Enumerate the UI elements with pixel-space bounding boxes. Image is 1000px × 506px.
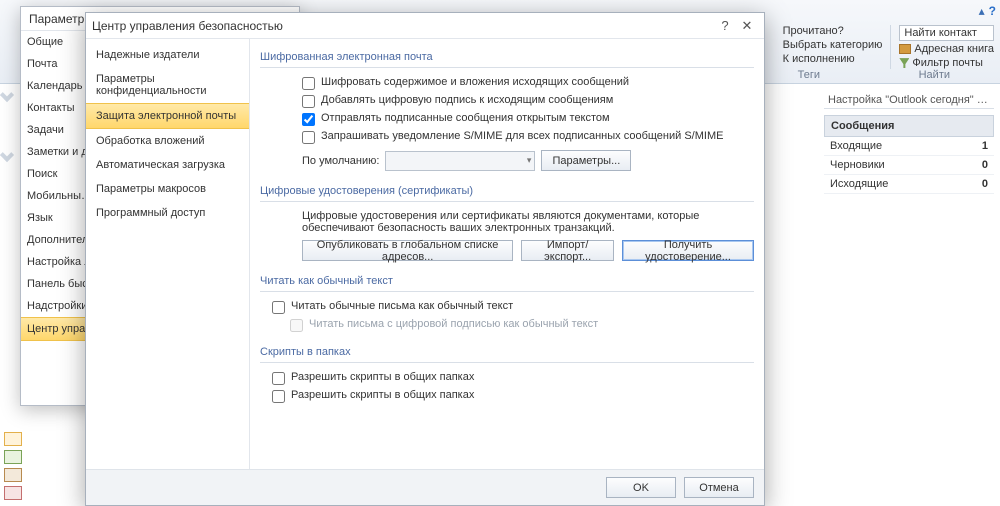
cancel-button[interactable]: Отмена — [684, 477, 754, 498]
message-folder-label: Входящие — [830, 140, 882, 152]
message-folder-label: Черновики — [830, 159, 885, 171]
certificate-doc-icon — [250, 208, 254, 237]
message-count-row[interactable]: Черновики 0 — [824, 156, 994, 175]
read-toggle[interactable]: Прочитано? — [783, 25, 883, 37]
find-contact-input[interactable]: Найти контакт — [899, 25, 994, 41]
section-title-certificates: Цифровые удостоверения (сертификаты) — [260, 181, 754, 202]
default-config-dropdown[interactable] — [385, 151, 535, 171]
section-title-encrypted: Шифрованная электронная почта — [260, 47, 754, 68]
find-group-label: Найти — [919, 69, 950, 81]
trust-center-nav-item[interactable]: Обработка вложений — [86, 129, 249, 153]
message-count-row[interactable]: Входящие 1 — [824, 137, 994, 156]
trust-center-content: Шифрованная электронная почта Шифровать … — [250, 39, 764, 469]
allow-scripts-shared-checkbox[interactable] — [272, 372, 285, 385]
get-certificate-button[interactable]: Получить удостоверение... — [622, 240, 754, 261]
section-scripts: Скрипты в папках Разрешить скрипты в общ… — [260, 342, 754, 403]
import-export-button[interactable]: Импорт/экспорт... — [521, 240, 614, 261]
trust-center-nav: Надежные издателиПараметры конфиденциаль… — [86, 39, 250, 469]
send-cleartext-checkbox[interactable] — [302, 113, 315, 126]
outlook-today-title[interactable]: Настройка "Outlook сегодня" … — [824, 92, 994, 109]
add-signature-checkbox[interactable] — [302, 95, 315, 108]
dialog-close-button[interactable]: ✕ — [736, 16, 758, 36]
address-book-button[interactable]: Адресная книга — [899, 43, 994, 55]
certificates-description: Цифровые удостоверения или сертификаты я… — [260, 210, 754, 234]
message-folder-label: Исходящие — [830, 178, 888, 190]
message-count-value: 1 — [982, 140, 988, 152]
trust-center-dialog: Центр управления безопасностью ? ✕ Надеж… — [85, 12, 765, 506]
tags-group: Прочитано? Выбрать категорию К исполнени… — [783, 25, 883, 69]
request-smime-label: Запрашивать уведомление S/MIME для всех … — [321, 130, 723, 142]
default-config-label: По умолчанию: — [302, 155, 379, 167]
publish-gal-button[interactable]: Опубликовать в глобальном списке адресов… — [302, 240, 513, 261]
category-picker[interactable]: Выбрать категорию — [783, 39, 883, 51]
help-icon[interactable]: ? — [989, 4, 996, 18]
filter-mail-button[interactable]: Фильтр почты — [899, 57, 994, 69]
section-encrypted-mail: Шифрованная электронная почта Шифровать … — [260, 47, 754, 171]
request-smime-checkbox[interactable] — [302, 131, 315, 144]
read-plain-checkbox[interactable] — [272, 301, 285, 314]
message-count-value: 0 — [982, 178, 988, 190]
trust-center-nav-item[interactable]: Программный доступ — [86, 201, 249, 225]
nav-mini-icons — [4, 432, 22, 500]
read-signed-plain-label: Читать письма с цифровой подписью как об… — [309, 318, 598, 330]
allow-scripts-public-checkbox[interactable] — [272, 390, 285, 403]
tags-group-label: Теги — [798, 69, 820, 81]
add-signature-label: Добавлять цифровую подпись к исходящим с… — [321, 94, 613, 106]
minimize-ribbon-icon[interactable]: ▴ — [979, 4, 985, 18]
allow-scripts-public-label: Разрешить скрипты в общих папках — [291, 389, 474, 401]
trust-center-titlebar: Центр управления безопасностью ? ✕ — [86, 13, 764, 39]
followup-picker[interactable]: К исполнению — [783, 53, 883, 65]
nav-collapse-gutter — [2, 90, 16, 210]
section-title-plaintext: Читать как обычный текст — [260, 271, 754, 292]
mail-mini-icon[interactable] — [4, 432, 22, 446]
dialog-help-button[interactable]: ? — [714, 16, 736, 36]
outlook-today-panel: Настройка "Outlook сегодня" … Сообщения … — [824, 92, 994, 194]
trust-center-title: Центр управления безопасностью — [92, 19, 714, 33]
ok-button[interactable]: OK — [606, 477, 676, 498]
encrypt-contents-checkbox[interactable] — [302, 77, 315, 90]
trust-center-nav-item[interactable]: Автоматическая загрузка — [86, 153, 249, 177]
trust-center-nav-item[interactable]: Надежные издатели — [86, 43, 249, 67]
ribbon-top-icons: ▴ ? — [979, 4, 996, 18]
tasks-mini-icon[interactable] — [4, 486, 22, 500]
read-signed-plain-checkbox — [290, 319, 303, 332]
send-cleartext-label: Отправлять подписанные сообщения открыты… — [321, 112, 610, 124]
trust-center-nav-item[interactable]: Параметры конфиденциальности — [86, 67, 249, 103]
certificate-ribbon-icon — [250, 74, 254, 103]
read-plain-label: Читать обычные письма как обычный текст — [291, 300, 513, 312]
contacts-mini-icon[interactable] — [4, 468, 22, 482]
section-title-scripts: Скрипты в папках — [260, 342, 754, 363]
message-count-value: 0 — [982, 159, 988, 171]
trust-center-nav-item[interactable]: Параметры макросов — [86, 177, 249, 201]
trust-center-footer: OK Отмена — [86, 469, 764, 505]
message-count-row[interactable]: Исходящие 0 — [824, 175, 994, 194]
trust-center-nav-item[interactable]: Защита электронной почты — [86, 103, 249, 129]
messages-header: Сообщения — [824, 115, 994, 137]
encryption-params-button[interactable]: Параметры... — [541, 150, 631, 171]
section-plaintext: Читать как обычный текст Читать обычные … — [260, 271, 754, 332]
find-group: Найти контакт Адресная книга Фильтр почт… — [890, 25, 994, 69]
encrypt-contents-label: Шифровать содержимое и вложения исходящи… — [321, 76, 629, 88]
allow-scripts-shared-label: Разрешить скрипты в общих папках — [291, 371, 474, 383]
calendar-mini-icon[interactable] — [4, 450, 22, 464]
section-certificates: Цифровые удостоверения (сертификаты) Циф… — [260, 181, 754, 261]
